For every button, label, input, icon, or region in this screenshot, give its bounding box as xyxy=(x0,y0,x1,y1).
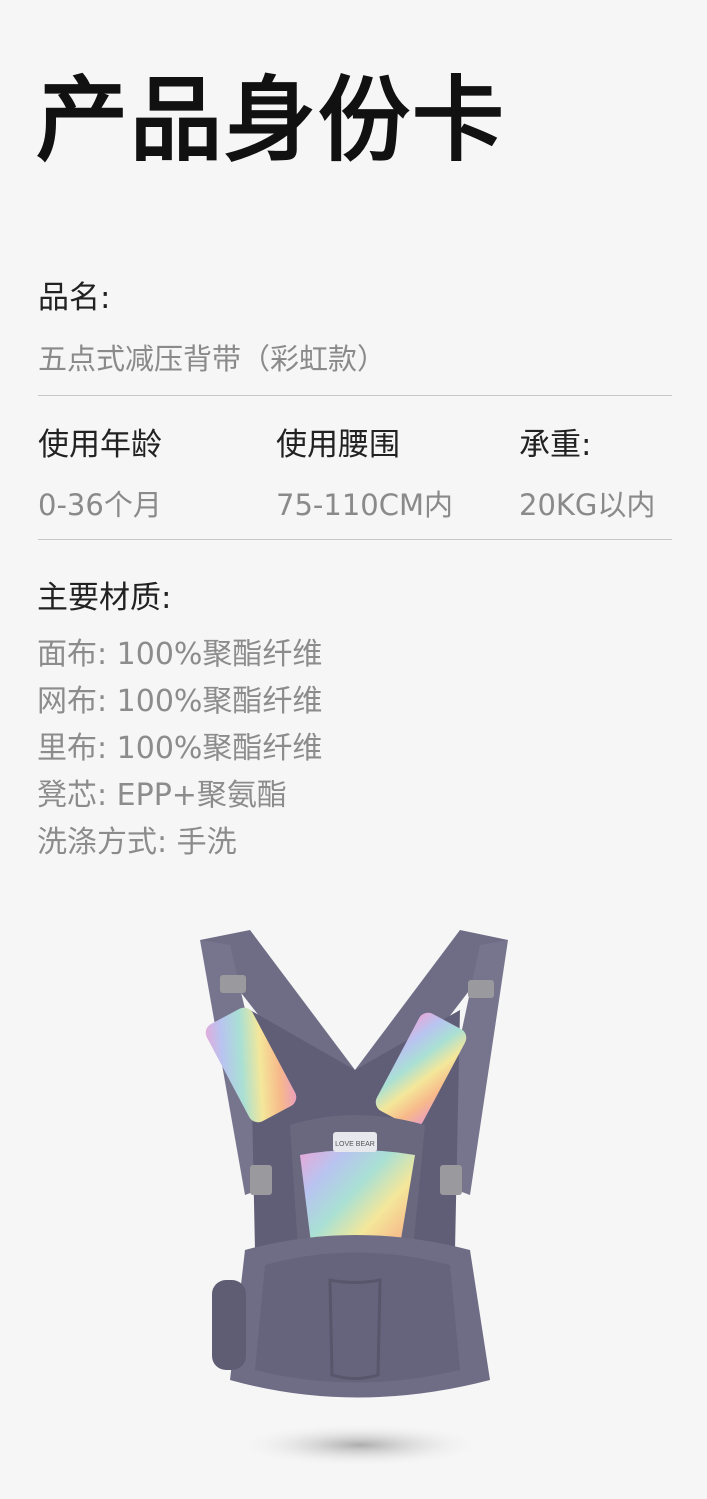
right-buckle xyxy=(468,980,494,998)
spec-waist-value: 75-110CM内 xyxy=(276,488,453,522)
material-face-fabric: 面布: 100%聚酯纤维 xyxy=(37,637,323,672)
spec-load-label: 承重: xyxy=(519,427,592,463)
spec-load-value: 20KG以内 xyxy=(519,488,656,522)
left-side-buckle xyxy=(250,1165,272,1195)
divider xyxy=(38,395,672,396)
spec-age-label: 使用年龄 xyxy=(38,427,162,463)
product-image: LOVE BEAR xyxy=(190,920,520,1484)
side-pocket xyxy=(212,1280,246,1370)
washing-method: 洗涤方式: 手洗 xyxy=(37,825,237,860)
materials-list: 面布: 100%聚酯纤维 网布: 100%聚酯纤维 里布: 100%聚酯纤维 凳… xyxy=(37,631,322,866)
hip-seat-front xyxy=(255,1252,460,1383)
ground-shadow xyxy=(235,1423,485,1467)
right-side-buckle xyxy=(440,1165,462,1195)
material-mesh-fabric: 网布: 100%聚酯纤维 xyxy=(37,684,323,719)
spec-age-value: 0-36个月 xyxy=(38,488,162,522)
product-name-label: 品名: xyxy=(38,280,111,316)
left-buckle xyxy=(220,975,246,993)
product-name-value: 五点式减压背带（彩虹款） xyxy=(38,342,387,376)
spec-waist-label: 使用腰围 xyxy=(276,427,400,463)
brand-badge-text: LOVE BEAR xyxy=(335,1141,375,1148)
divider xyxy=(38,539,672,540)
page-title: 产品身份卡 xyxy=(36,67,507,174)
baby-carrier-illustration: LOVE BEAR xyxy=(200,930,508,1467)
material-seat-core: 凳芯: EPP+聚氨酯 xyxy=(37,778,287,813)
materials-label: 主要材质: xyxy=(37,580,172,616)
material-lining: 里布: 100%聚酯纤维 xyxy=(37,731,323,766)
